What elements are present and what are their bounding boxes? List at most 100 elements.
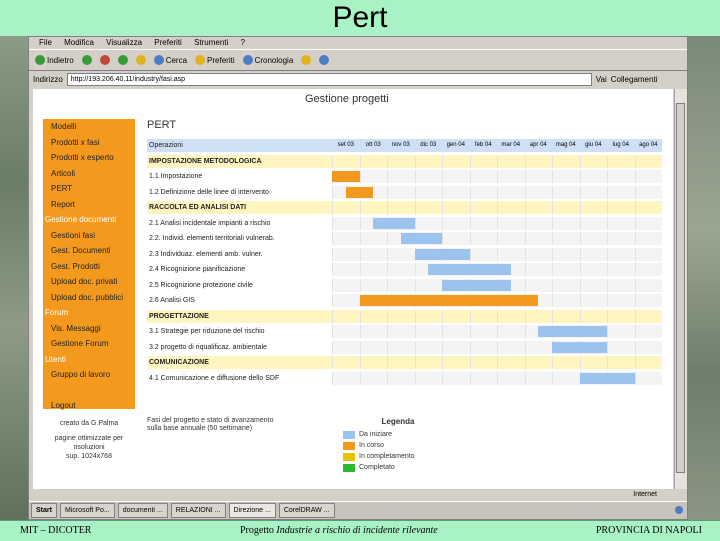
gantt-task-row: 4.1 Comunicazione e diffusione dello SDF: [147, 371, 667, 385]
sidebar-item[interactable]: Report: [43, 197, 135, 213]
links-button[interactable]: Collegamenti: [611, 75, 658, 84]
taskbar-app-button[interactable]: Microsoft Po...: [59, 503, 115, 518]
stop-button[interactable]: [99, 55, 110, 65]
gantt-cell: [579, 154, 607, 168]
gantt-cell: [497, 325, 525, 338]
gantt-row-label: PROGETTAZIONE: [147, 309, 332, 323]
sidebar-section-header[interactable]: Utenti: [43, 352, 135, 368]
gantt-row-label: 2.5 Ricognizione protezione civile: [149, 281, 253, 289]
gantt-cell: [442, 340, 470, 354]
gantt-cell: [359, 340, 387, 354]
printer-icon: [319, 55, 330, 65]
gantt-task-row: 2.1 Analisi incidentale impianti a risch…: [147, 216, 667, 230]
sidebar-item[interactable]: PERT: [43, 181, 135, 197]
gantt-row-label: 2.4 Ricognizione pianificazione: [149, 266, 246, 273]
taskbar-app-button[interactable]: Direzione ...: [228, 503, 276, 518]
footer-left: MIT – DICOTER: [20, 525, 92, 536]
aerial-photo-left: [0, 36, 28, 520]
sidebar-section-header[interactable]: Gestione documenti: [43, 212, 135, 228]
gantt-cell: [524, 232, 552, 245]
sidebar-section-header[interactable]: Forum: [43, 305, 135, 321]
gantt-cell: [332, 371, 360, 385]
menu-file[interactable]: File: [39, 38, 52, 47]
gantt-bar: [400, 233, 442, 244]
legend-item: In completamento: [343, 451, 453, 462]
vertical-scrollbar[interactable]: [674, 89, 687, 489]
gantt-row-label: 2.2. Individ. elementi territoriali vuln…: [149, 235, 275, 242]
credits-resolution: pagine ottimizzate per risoluzioni: [54, 435, 124, 451]
gantt-cell: [607, 185, 635, 199]
menu-help[interactable]: ?: [241, 38, 245, 47]
gantt-cell: [552, 356, 580, 369]
gantt-cell: [469, 309, 497, 323]
taskbar-app-button[interactable]: CorelDRAW ...: [278, 503, 335, 518]
taskbar-app-button[interactable]: RELAZIONI ...: [170, 503, 226, 518]
sidebar-item[interactable]: Upload doc. privati: [43, 274, 135, 290]
address-bar: Indirizzo http://193.206.40.11/industry/…: [29, 71, 687, 87]
gantt-cell: [387, 170, 415, 183]
gantt-cell: [469, 201, 497, 214]
gantt-cell: [579, 185, 607, 199]
sidebar-item[interactable]: Prodotti x esperto: [43, 150, 135, 166]
gantt-cell: [469, 154, 497, 168]
sidebar-item[interactable]: Gest. Documenti: [43, 243, 135, 259]
forward-button[interactable]: [81, 55, 92, 65]
toolbar: Indietro Cerca Preferiti Cronologia: [29, 49, 687, 71]
sidebar-item[interactable]: Articoli: [43, 166, 135, 182]
gantt-row-label: 2.1 Analisi incidentale impianti a risch…: [149, 219, 271, 227]
stop-icon: [99, 55, 110, 65]
gantt-bar: [373, 217, 415, 229]
gantt-cell: [469, 247, 497, 261]
history-button[interactable]: Cronologia: [242, 55, 293, 65]
gantt-cell: [442, 232, 470, 245]
gantt-cell: [332, 201, 360, 214]
sidebar-item[interactable]: Gest. Prodotti: [43, 259, 135, 275]
print-button[interactable]: [319, 55, 330, 65]
sidebar-item[interactable]: Gestioni fasi: [43, 228, 135, 244]
gantt-cell: [442, 216, 470, 230]
menu-favorites[interactable]: Preferiti: [154, 38, 182, 47]
taskbar-app-button[interactable]: documenti ...: [117, 503, 168, 518]
go-button[interactable]: Vai: [596, 75, 607, 84]
sidebar-item[interactable]: Upload doc. pubblici: [43, 290, 135, 306]
gantt-cell: [634, 216, 662, 230]
slide-title: Pert: [0, 0, 720, 37]
start-button[interactable]: Start: [31, 503, 57, 518]
gantt-cell: [497, 247, 525, 261]
gantt-cell: [387, 340, 415, 354]
scrollbar-thumb[interactable]: [676, 103, 685, 473]
home-button[interactable]: [135, 55, 146, 65]
system-tray-icon[interactable]: [675, 505, 683, 516]
refresh-button[interactable]: [117, 55, 128, 65]
gantt-cell: [634, 371, 662, 385]
menu-view[interactable]: Visualizza: [106, 38, 142, 47]
sidebar-item[interactable]: Gruppo di lavoro: [43, 367, 135, 383]
gantt-bar: [552, 341, 607, 353]
sidebar-item[interactable]: Prodotti x fasi: [43, 135, 135, 151]
back-arrow-icon: [35, 55, 45, 65]
favorites-button[interactable]: Preferiti: [195, 55, 235, 65]
gantt-cell: [552, 154, 580, 168]
gantt-header-label: Operazioni: [147, 139, 332, 152]
gantt-cell: [359, 263, 387, 276]
sidebar-item[interactable]: Vis. Messaggi: [43, 321, 135, 337]
sidebar-item[interactable]: Modelli: [43, 119, 135, 135]
gantt-cell: [387, 201, 415, 214]
address-input[interactable]: http://193.206.40.11/industry/fasi.asp: [66, 72, 592, 86]
gantt-cell: [414, 185, 442, 199]
gantt-row-label: 4.1 Comunicazione e diffusione dello SDF: [149, 374, 280, 382]
gantt-cell: [414, 154, 442, 168]
gantt-cell: [414, 278, 442, 292]
gantt-cell: [497, 356, 525, 369]
menu-tools[interactable]: Strumenti: [194, 38, 228, 47]
menu-edit[interactable]: Modifica: [64, 38, 94, 47]
gantt-cell: [497, 309, 525, 323]
gantt-cell: [442, 170, 470, 183]
sidebar-item[interactable]: Logout: [43, 398, 135, 414]
mail-button[interactable]: [301, 55, 312, 65]
back-button[interactable]: Indietro: [35, 55, 74, 65]
month-header: dic 03: [414, 139, 442, 152]
sidebar-item[interactable]: Gestione Forum: [43, 336, 135, 352]
gantt-bar: [442, 279, 511, 291]
search-button[interactable]: Cerca: [153, 55, 187, 65]
